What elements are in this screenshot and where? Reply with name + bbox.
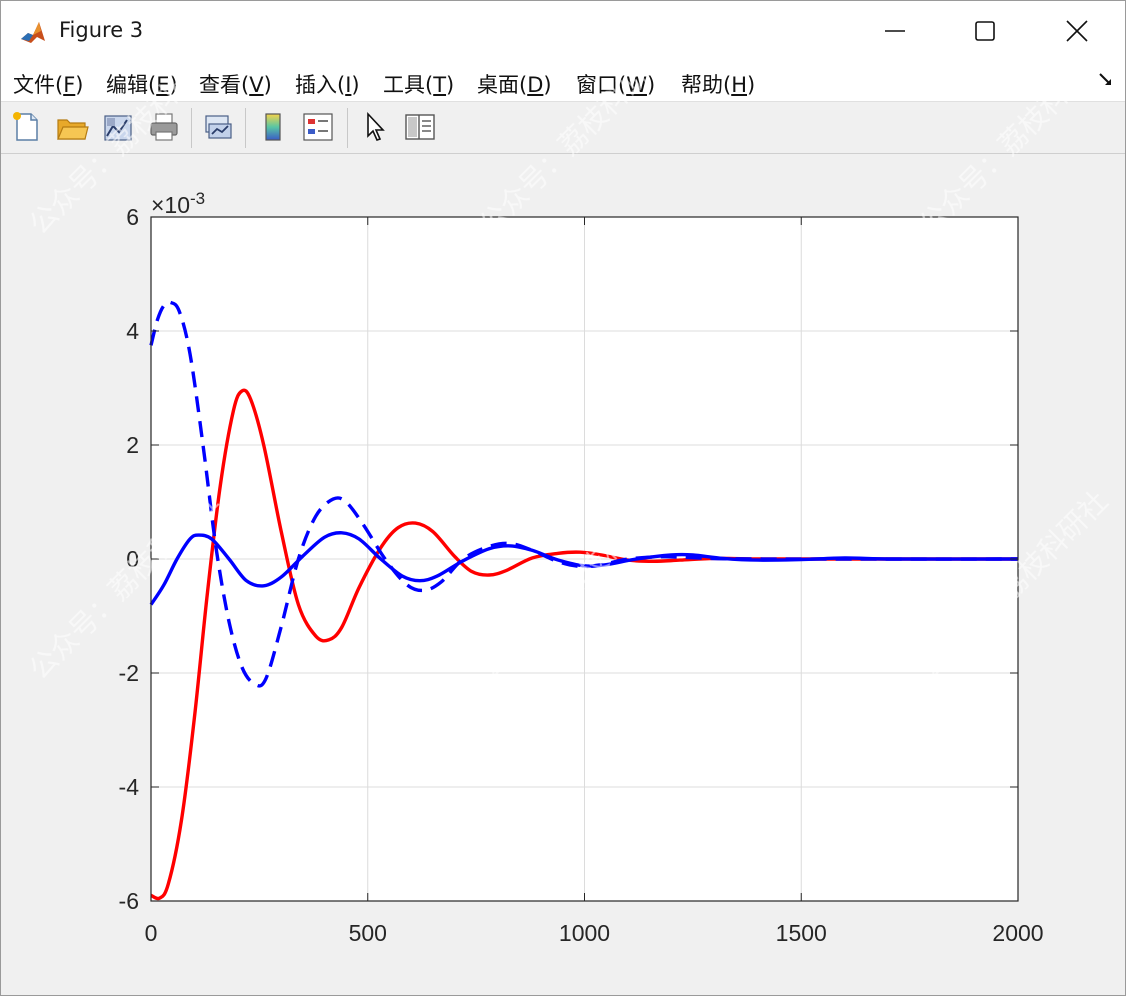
figure-window: Figure 3 文件(F) 编辑(E) 查看(V) 插入(I) 工具(T) 桌… [0,0,1126,996]
y-multiplier-exponent: -3 [190,189,205,208]
y-tick-label: 2 [126,432,139,458]
y-axis-multiplier: ×10-3 [151,189,205,218]
x-tick-label: 2000 [992,920,1043,946]
y-tick-label: 4 [126,318,139,344]
y-tick-label: -2 [119,660,139,686]
y-tick-label: 6 [126,204,139,230]
y-tick-label: -4 [119,774,140,800]
y-tick-label: 0 [126,546,139,572]
x-tick-label: 1500 [776,920,827,946]
x-tick-label: 0 [145,920,158,946]
y-multiplier-base: ×10 [151,192,190,218]
y-tick-label: -6 [119,888,139,914]
x-tick-label: 500 [349,920,387,946]
plot-canvas: 0 500 1000 1500 2000 -6 -4 -2 0 2 4 6 ×10-3 [119,189,1044,946]
x-tick-label: 1000 [559,920,610,946]
